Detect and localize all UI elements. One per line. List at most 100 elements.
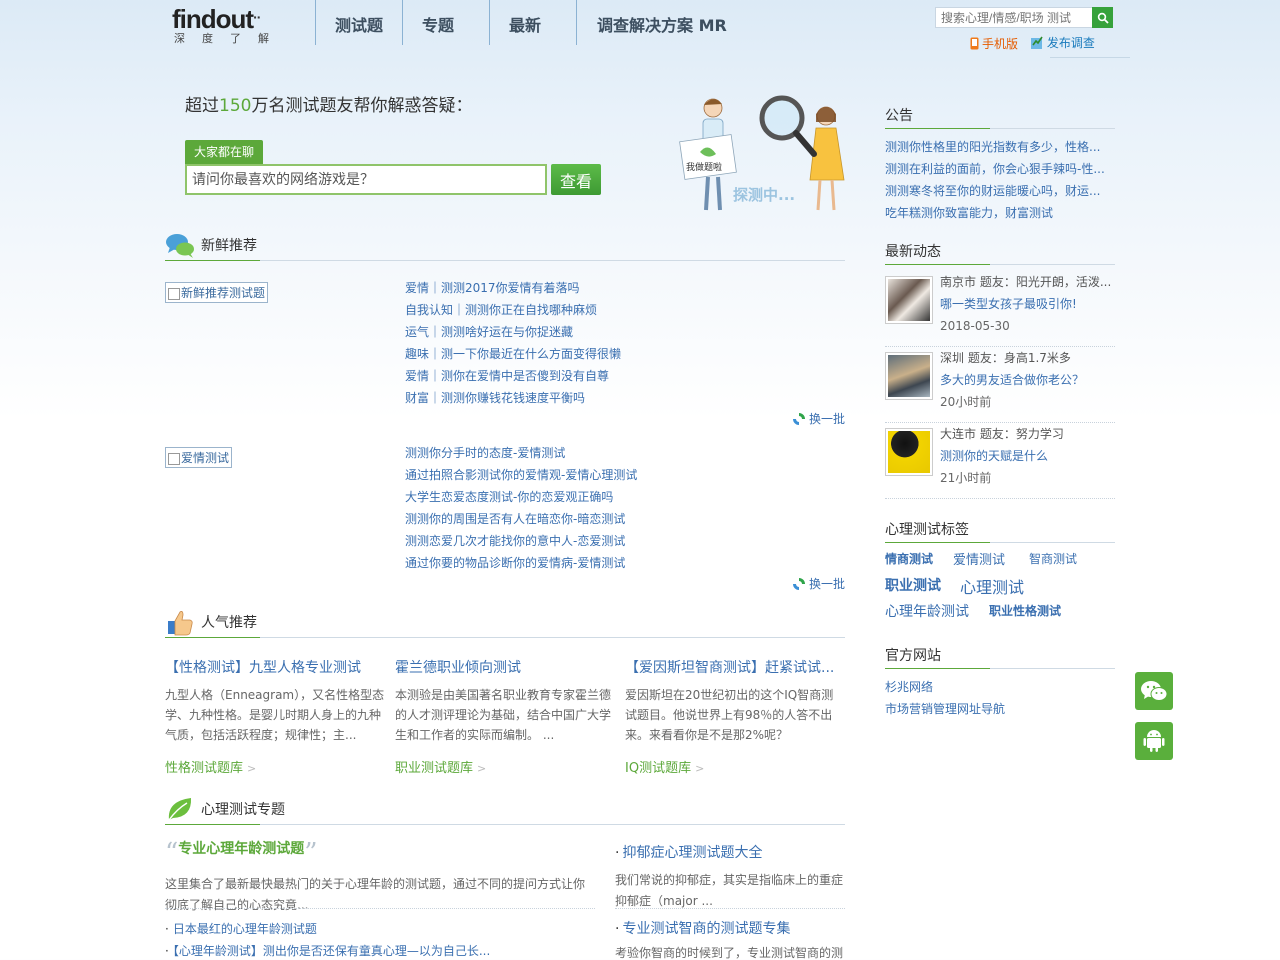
topic-card-title[interactable]: 抑郁症心理测试题大全 [615,842,845,862]
refresh-label: 换一批 [809,577,846,591]
tag[interactable]: 心理测试 [960,574,1024,598]
chevron-right-icon: > [695,762,705,775]
list-item[interactable]: 趣味｜测一下你最近在什么方面变得很懒 [405,343,621,365]
fresh-picks-header: 新鲜推荐 [165,229,845,261]
topic-list: 日本最红的心理年龄测试题 【心理年龄测试】测出你是否还保有童真心理—以为自己长.… [165,918,490,960]
topic-card-desc: 我们常说的抑郁症，其实是指临床上的重症抑郁症（major ... [615,873,844,908]
search-input[interactable] [936,8,1092,27]
view-question-button[interactable]: 查看 [551,164,601,195]
popular-card-title[interactable]: 【爱因斯坦智商测试】赶紧试试... [625,657,845,679]
activity-test-link[interactable]: 多大的男友适合做你老公？ [940,369,1084,391]
mobile-version-link[interactable]: 手机版 [970,35,1018,52]
section-accent-line [885,128,990,129]
list-item[interactable]: 自我认知｜测测你正在自找哪种麻烦 [405,299,621,321]
popular-card-desc: 本测验是由美国著名职业教育专家霍兰德的人才测评理论为基础，结合中国广大学生和工作… [395,688,612,742]
thumbs-up-icon [168,611,193,636]
android-app-button[interactable] [1135,722,1173,760]
logo-wordmark: findout·· [172,4,261,34]
chat-bubbles-icon [166,234,194,258]
site-link[interactable]: 杉兆网络 [885,676,1115,698]
tag[interactable]: 心理年龄测试 [885,601,969,621]
popular-title: 人气推荐 [201,615,257,631]
list-item[interactable]: 通过你要的物品诊断你的爱情病-爱情测试 [405,552,637,574]
list-item[interactable]: 运气｜测测啥好运在与你捉迷藏 [405,321,621,343]
divider [615,908,845,909]
test-library-link[interactable]: IQ测试题库 > [625,757,845,776]
tag[interactable]: 职业测试 [885,575,941,595]
library-label: 职业测试题库 [395,761,474,776]
activity-test-link[interactable]: 哪一类型女孩子最吸引你! [940,293,1077,315]
hero-user-count: 150 [219,96,252,116]
list-item[interactable]: 测测你的周围是否有人在暗恋你-暗恋测试 [405,508,637,530]
test-library-link[interactable]: 职业测试题库 > [395,757,615,776]
refresh-batch-button[interactable]: 换一批 [792,575,845,592]
library-label: 性格测试题库 [165,761,244,776]
hot-discussion-tab[interactable]: 大家都在聊 [185,140,264,164]
tag[interactable]: 爱情测试 [953,549,1005,568]
featured-topic: “专业心理年龄测试题” 这里集合了最新最快最热门的关于心理年龄的测试题，通过不同… [165,838,595,916]
refresh-label: 换一批 [809,412,846,426]
search-button[interactable] [1092,7,1113,28]
nav-survey-solutions[interactable]: 调查解决方案 MR [597,12,727,36]
chevron-right-icon: > [477,762,487,775]
publish-survey-label: 发布调查 [1046,36,1095,50]
hot-question-box[interactable]: 请问你最喜欢的网络游戏是？ [185,164,547,195]
tag[interactable]: 职业性格测试 [989,602,1061,619]
tag[interactable]: 情商测试 [885,550,933,567]
notice-item[interactable]: 测测你性格里的阳光指数有多少，性格... [885,136,1115,158]
section-accent-line [165,824,260,825]
topic-card: 抑郁症心理测试题大全 我们常说的抑郁症，其实是指临床上的重症抑郁症（major … [615,842,845,912]
popular-card-title[interactable]: 【性格测试】九型人格专业测试 [165,657,385,679]
broken-image-icon [168,452,180,465]
list-item[interactable]: 大学生恋爱态度测试-你的恋爱观正确吗 [405,486,637,508]
list-item[interactable]: 爱情｜测测2017你爱情有着落吗 [405,277,621,299]
list-item[interactable]: 通过拍照合影测试你的爱情观-爱情心理测试 [405,464,637,486]
notice-list: 测测你性格里的阳光指数有多少，性格... 测测在利益的面前，你会心狠手辣吗-性.… [885,136,1115,224]
survey-icon [1030,36,1043,49]
love-test-image[interactable]: 爱情测试 [165,447,233,468]
fresh-picks-title: 新鲜推荐 [201,238,257,254]
activity-time: 21小时前 [940,471,992,485]
notice-item[interactable]: 吃年糕测你致富能力，财富测试 [885,202,1115,224]
popular-card-title[interactable]: 霍兰德职业倾向测试 [395,657,615,679]
notice-item[interactable]: 测测在利益的面前，你会心狠手辣吗-性... [885,158,1115,180]
leaf-icon [168,798,192,821]
activity-test-link[interactable]: 测测你的天赋是什么 [940,445,1048,467]
avatar[interactable] [885,428,933,476]
list-item[interactable]: 财富｜测测你赚钱花钱速度平衡吗 [405,387,621,409]
site-link[interactable]: 市场营销管理网址导航 [885,698,1115,720]
featured-topic-title[interactable]: 专业心理年龄测试题 [178,841,304,857]
list-item[interactable]: 日本最红的心理年龄测试题 [165,918,490,940]
topics-title: 心理测试专题 [201,802,285,818]
refresh-icon [793,412,805,425]
avatar[interactable] [885,352,933,400]
publish-survey-link[interactable]: 发布调查 [1030,34,1095,51]
chevron-right-icon: > [247,762,257,775]
tags-header: 心理测试标签 [885,513,1115,543]
avatar[interactable] [885,276,933,324]
topic-card-desc: 考验你智商的时候到了，专业测试智商的测 [615,946,844,960]
topic-card-title[interactable]: 专业测试智商的测试题专集 [615,918,845,938]
nav-divider [402,0,403,45]
tags-title: 心理测试标签 [885,522,969,538]
tag[interactable]: 智商测试 [1029,550,1077,567]
nav-tests[interactable]: 测试题 [335,12,383,36]
refresh-batch-button[interactable]: 换一批 [792,410,845,427]
findout-logo[interactable]: findout·· 深度了解 [172,3,297,45]
hero-headline-prefix: 超过 [185,96,219,116]
nav-topics[interactable]: 专题 [422,12,454,36]
nav-latest[interactable]: 最新 [509,12,541,36]
notice-item[interactable]: 测测寒冬将至你的财运能暖心吗，财运... [885,180,1115,202]
wechat-button[interactable] [1135,672,1173,710]
list-item[interactable]: 测测你分手时的态度-爱情测试 [405,442,637,464]
list-item[interactable]: 爱情｜测你在爱情中是否傻到没有自尊 [405,365,621,387]
popular-card: 【性格测试】九型人格专业测试 九型人格（Enneagram），又名性格型态学、九… [165,657,385,776]
topics-header: 心理测试专题 [165,793,845,825]
activity-user: 深圳 题友：身高1.7米多 [940,351,1071,365]
header-quick-links: 手机版 发布调查 [970,34,1103,53]
list-item[interactable]: 【心理年龄测试】测出你是否还保有童真心理—以为自己长... [165,940,490,960]
fresh-picks-image[interactable]: 新鲜推荐测试题 [165,282,269,303]
test-library-link[interactable]: 性格测试题库 > [165,757,385,776]
hero-illustration: 我做题啦 探测中... [679,95,845,211]
list-item[interactable]: 测测恋爱几次才能找你的意中人-恋爱测试 [405,530,637,552]
